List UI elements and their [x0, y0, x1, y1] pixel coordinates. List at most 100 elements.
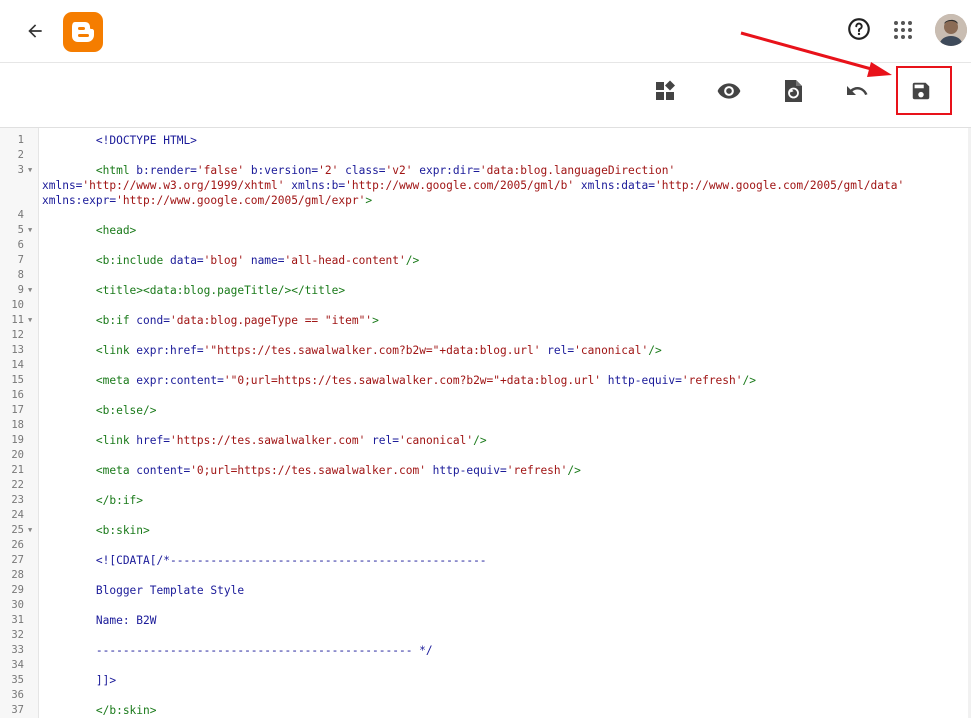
back-button[interactable]	[20, 16, 50, 46]
code-token: <!DOCTYPE HTML>	[42, 134, 197, 147]
eye-icon	[717, 83, 741, 99]
code-token: <b:skin>	[42, 524, 150, 537]
code-text: <![CDATA[/*-----------------------------…	[42, 553, 487, 568]
code-line: 17 <b:else/>	[0, 403, 960, 418]
code-text: <!DOCTYPE HTML>	[42, 133, 197, 148]
undo-icon	[847, 86, 868, 95]
jump-to-widget-button[interactable]	[651, 77, 679, 105]
line-number: 23	[11, 494, 24, 506]
line-number: 25	[11, 524, 24, 536]
code-token: <meta	[42, 374, 137, 387]
app-header	[0, 0, 971, 63]
user-avatar[interactable]	[935, 14, 967, 46]
code-line: 12	[0, 328, 960, 343]
code-text: <link href='https://tes.sawalwalker.com'…	[42, 433, 487, 448]
code-line: 14	[0, 358, 960, 373]
code-token: content=	[136, 464, 191, 477]
code-token: <link	[42, 344, 137, 357]
fold-toggle-icon[interactable]: ▼	[28, 223, 32, 238]
revert-button[interactable]	[843, 77, 871, 105]
code-token: 'https://tes.sawalwalker.com'	[169, 434, 366, 447]
code-line: 20	[0, 448, 960, 463]
code-line: 23 </b:if>	[0, 493, 960, 508]
code-token: expr:href=	[136, 344, 204, 357]
fold-toggle-icon[interactable]: ▼	[28, 283, 32, 298]
code-line: 37 </b:skin>	[0, 703, 960, 718]
line-number: 29	[11, 584, 24, 596]
line-number: 30	[11, 599, 24, 611]
code-line: 35 ]]>	[0, 673, 960, 688]
code-line: 16	[0, 388, 960, 403]
code-token: <b:if	[42, 314, 137, 327]
line-number: 2	[17, 149, 24, 161]
format-template-button[interactable]	[779, 77, 807, 105]
code-token: xmlns:b=	[284, 179, 346, 192]
code-text: <b:skin>	[42, 523, 150, 538]
code-text: <head>	[42, 223, 136, 238]
code-line: 21 <meta content='0;url=https://tes.sawa…	[0, 463, 960, 478]
line-number: 24	[11, 509, 24, 521]
code-token: expr:content=	[136, 374, 224, 387]
line-number: 15	[11, 374, 24, 386]
line-number: 10	[11, 299, 24, 311]
code-line: 32	[0, 628, 960, 643]
code-text: <meta expr:content='"0;url=https://tes.s…	[42, 373, 756, 388]
code-line: xmlns:expr='http://www.google.com/2005/g…	[0, 193, 960, 208]
code-line: 10	[0, 298, 960, 313]
line-number: 12	[11, 329, 24, 341]
avatar-image	[935, 14, 967, 46]
blogger-logo[interactable]	[63, 12, 103, 52]
apps-grid-icon	[894, 21, 912, 39]
code-token: http-equiv=	[425, 464, 507, 477]
line-number: 6	[17, 239, 24, 251]
code-line: 29 Blogger Template Style	[0, 583, 960, 598]
code-token: rel=	[540, 344, 575, 357]
code-editor[interactable]: 1 <!DOCTYPE HTML> 2 3 ▼ <html b:render='fal…	[0, 128, 971, 718]
code-token: 'refresh'	[506, 464, 568, 477]
code-text: <title><data:blog.pageTitle/></title>	[42, 283, 345, 298]
fold-toggle-icon[interactable]: ▼	[28, 313, 32, 328]
code-text: <link expr:href='"https://tes.sawalwalke…	[42, 343, 662, 358]
fold-toggle-icon[interactable]: ▼	[28, 163, 32, 178]
code-token: '"0;url=https://tes.sawalwalker.com?b2w=…	[223, 374, 602, 387]
code-token: />	[473, 434, 487, 447]
code-text: ]]>	[42, 673, 116, 688]
fold-toggle-icon[interactable]: ▼	[28, 523, 32, 538]
code-token: 'false'	[196, 164, 245, 177]
line-number: 5	[17, 224, 24, 236]
code-token: '"https://tes.sawalwalker.com?b2w="+data…	[203, 344, 541, 357]
code-token: 'http://www.google.com/2005/gml/b'	[345, 179, 575, 192]
code-text: <meta content='0;url=https://tes.sawalwa…	[42, 463, 581, 478]
line-number: 37	[11, 704, 24, 716]
code-token: <![CDATA[/*-----------------------------…	[42, 554, 487, 567]
code-token: </b:if>	[42, 494, 144, 507]
code-line: 8	[0, 268, 960, 283]
code-token: <b:include	[42, 254, 170, 267]
code-token: 'blog'	[203, 254, 245, 267]
line-number: 16	[11, 389, 24, 401]
code-token: <html	[42, 164, 137, 177]
code-line: 9 ▼ <title><data:blog.pageTitle/></title>	[0, 283, 960, 298]
code-token: >	[372, 314, 379, 327]
code-token: cond=	[136, 314, 170, 327]
help-icon	[848, 18, 870, 40]
code-line: 6	[0, 238, 960, 253]
code-token: <b:else/>	[42, 404, 157, 417]
code-text: <b:else/>	[42, 403, 157, 418]
code-token: <title><data:blog.pageTitle/></title>	[42, 284, 346, 297]
save-button-highlight	[896, 66, 952, 115]
help-button[interactable]	[846, 16, 872, 42]
google-apps-button[interactable]	[893, 20, 913, 40]
code-line: 15 <meta expr:content='"0;url=https://te…	[0, 373, 960, 388]
code-text: <html b:render='false' b:version='2' cla…	[42, 163, 675, 178]
code-token: rel=	[365, 434, 399, 447]
line-number: 11	[11, 314, 24, 326]
code-line: 30	[0, 598, 960, 613]
code-token: />	[648, 344, 662, 357]
line-number: 7	[17, 254, 24, 266]
code-line: 4	[0, 208, 960, 223]
preview-button[interactable]	[715, 77, 743, 105]
code-token: 'data:blog.pageType == "item"'	[169, 314, 373, 327]
code-token: 'refresh'	[681, 374, 743, 387]
code-token: name=	[244, 254, 285, 267]
